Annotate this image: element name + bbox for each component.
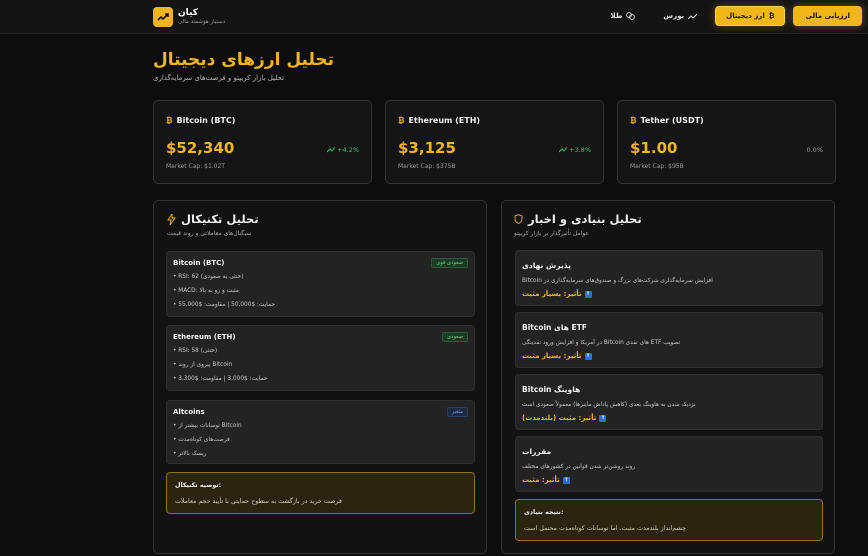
price-card-eth[interactable]: ₿ Ethereum (ETH) $3,125 Market Cap: $375B… xyxy=(385,100,604,184)
nav-gold-label: طلا xyxy=(610,12,623,20)
arrow-up-icon: ↑ xyxy=(599,414,607,422)
price-change: +3.8% xyxy=(559,146,591,154)
news-item-halving[interactable]: هاوینگ Bitcoin نزدیک شدن به هاوینگ بعدی … xyxy=(515,374,823,430)
callout-text: چشم‌انداز بلندمدت مثبت، اما نوسانات کوتا… xyxy=(524,525,686,532)
news-title: هاوینگ Bitcoin xyxy=(522,385,581,394)
news-impact: تأثیر: مثبت ↑ xyxy=(522,476,570,484)
tech-bullet: • RSI: 62 (خنثی به صعودی) xyxy=(173,274,244,280)
page-title: تحلیل ارزهای دیجیتال xyxy=(153,50,335,70)
price-card-usdt[interactable]: ₿ Tether (USDT) $1.00 Market Cap: $95B 0.… xyxy=(617,100,836,184)
arrow-up-icon: ↑ xyxy=(562,476,570,484)
price-change: +4.2% xyxy=(327,146,359,154)
coin-price: $3,125 xyxy=(398,139,456,157)
lightning-icon xyxy=(167,213,176,225)
news-item-etf[interactable]: ETF های Bitcoin تصویب ETF های نقدی Bitco… xyxy=(515,312,823,368)
market-cap: Market Cap: $95B xyxy=(630,163,684,170)
tech-item-altcoins[interactable]: Altcoins متغیر • نوسانات بیشتر از Bitcoi… xyxy=(166,400,475,464)
tech-bullet: • حمایت: $50,000 | مقاومت: $55,000 xyxy=(173,302,275,308)
top-navbar: کیان دستیار هوشمند مالی ارزیابی مالی ارز… xyxy=(0,0,868,34)
trend-up-icon xyxy=(327,147,336,153)
price-change: 0.0% xyxy=(806,146,823,154)
news-impact: تأثیر: بسیار مثبت ↑ xyxy=(522,352,592,360)
tech-bullet: • فرصت‌های کوتاه‌مدت xyxy=(173,437,230,443)
market-cap: Market Cap: $1.02T xyxy=(166,163,225,170)
bitcoin-icon: ₿ xyxy=(166,116,173,125)
nav-crypto-label: ارز دیجیتال xyxy=(726,12,765,20)
tech-item-btc[interactable]: Bitcoin (BTC) صعودی قوی • RSI: 62 (خنثی … xyxy=(166,251,475,317)
status-badge: صعودی xyxy=(442,332,468,342)
coin-name: Ethereum (ETH) xyxy=(408,116,481,125)
technical-title: تحلیل تکنیکال xyxy=(167,212,259,226)
news-item-institutional[interactable]: پذیرش نهادی افزایش سرمایه‌گذاری شرکت‌های… xyxy=(515,250,823,306)
tech-item-title: Altcoins xyxy=(173,408,205,416)
coin-price: $1.00 xyxy=(630,139,678,157)
tech-bullet: • نوسانات بیشتر از Bitcoin xyxy=(173,423,242,429)
coin-name: Bitcoin (BTC) xyxy=(176,116,236,125)
callout-text: فرصت خرید در بازگشت به سطوح حمایتی با تأ… xyxy=(175,498,342,505)
technical-recommendation: توصیه تکنیکال: فرصت خرید در بازگشت به سط… xyxy=(166,472,475,514)
bitcoin-icon: ₿ xyxy=(768,12,775,20)
news-desc: افزایش سرمایه‌گذاری شرکت‌های بزرگ و صندو… xyxy=(522,278,713,284)
bitcoin-icon: ₿ xyxy=(398,116,405,125)
arrow-up-icon: ↑ xyxy=(584,290,592,298)
technical-subtitle: سیگنال‌های معاملاتی و روند قیمت xyxy=(167,230,252,237)
market-cap: Market Cap: $375B xyxy=(398,163,456,170)
trend-icon xyxy=(688,13,698,19)
bitcoin-icon: ₿ xyxy=(630,116,637,125)
fundamental-analysis-panel: تحلیل بنیادی و اخبار عوامل تأثیرگذار بر … xyxy=(501,200,835,554)
technical-analysis-panel: تحلیل تکنیکال سیگنال‌های معاملاتی و روند… xyxy=(153,200,487,554)
nav-financial-assessment-button[interactable]: ارزیابی مالی xyxy=(793,6,862,26)
fundamental-title: تحلیل بنیادی و اخبار xyxy=(514,212,642,226)
page-subtitle: تحلیل بازار کریپتو و فرصت‌های سرمایه‌گذا… xyxy=(153,74,284,82)
tech-bullet: • RSI: 58 (خنثی) xyxy=(173,348,218,354)
arrow-up-icon: ↑ xyxy=(584,352,592,360)
news-desc: تصویب ETF های نقدی Bitcoin در آمریکا و ا… xyxy=(522,340,681,346)
coin-name: Tether (USDT) xyxy=(640,116,704,125)
tech-item-title: Ethereum (ETH) xyxy=(173,333,236,341)
news-title: ETF های Bitcoin xyxy=(522,323,587,332)
nav-gold-button[interactable]: طلا xyxy=(601,6,646,26)
nav-stock-label: بورس xyxy=(663,12,685,20)
tech-item-eth[interactable]: Ethereum (ETH) صعودی • RSI: 58 (خنثی) • … xyxy=(166,325,475,391)
tech-bullet: • ریسک بالاتر xyxy=(173,451,207,457)
brand[interactable]: کیان دستیار هوشمند مالی xyxy=(153,7,225,27)
news-desc: نزدیک شدن به هاوینگ بعدی (کاهش پاداش مای… xyxy=(522,402,696,408)
main-nav: ارزیابی مالی ارز دیجیتال ₿ بورس طلا xyxy=(601,6,862,26)
nav-stock-button[interactable]: بورس xyxy=(653,6,707,26)
coin-price: $52,340 xyxy=(166,139,235,157)
tech-bullet: • حمایت: $3,000 | مقاومت: $3,300 xyxy=(173,376,268,382)
news-desc: روند روشن‌تر شدن قوانین در کشورهای مختلف xyxy=(522,464,636,470)
price-card-btc[interactable]: ₿ Bitcoin (BTC) $52,340 Market Cap: $1.02… xyxy=(153,100,372,184)
tech-bullet: • MACD: مثبت و رو به بالا xyxy=(173,288,239,294)
news-item-regulation[interactable]: مقررات روند روشن‌تر شدن قوانین در کشورها… xyxy=(515,436,823,492)
status-badge: متغیر xyxy=(446,407,468,417)
brand-subtitle: دستیار هوشمند مالی xyxy=(178,18,226,25)
fundamental-conclusion: نتیجه بنیادی: چشم‌انداز بلندمدت مثبت، ام… xyxy=(515,499,823,541)
fundamental-subtitle: عوامل تأثیرگذار بر بازار کریپتو xyxy=(514,230,590,237)
news-title: مقررات xyxy=(522,447,552,456)
tech-bullet: • پیروی از روند Bitcoin xyxy=(173,362,233,368)
nav-crypto-button[interactable]: ارز دیجیتال ₿ xyxy=(715,6,786,26)
shield-icon xyxy=(514,214,523,224)
callout-title: توصیه تکنیکال: xyxy=(175,482,222,489)
news-impact: تأثیر: مثبت (بلندمدت) ↑ xyxy=(522,414,607,422)
tech-item-title: Bitcoin (BTC) xyxy=(173,259,225,267)
trend-logo-icon xyxy=(153,7,173,27)
status-badge: صعودی قوی xyxy=(431,258,468,268)
trend-up-icon xyxy=(559,147,568,153)
coins-icon xyxy=(626,12,636,20)
news-title: پذیرش نهادی xyxy=(522,261,571,270)
brand-name: کیان xyxy=(178,7,198,18)
news-impact: تأثیر: بسیار مثبت ↑ xyxy=(522,290,592,298)
callout-title: نتیجه بنیادی: xyxy=(524,509,564,516)
